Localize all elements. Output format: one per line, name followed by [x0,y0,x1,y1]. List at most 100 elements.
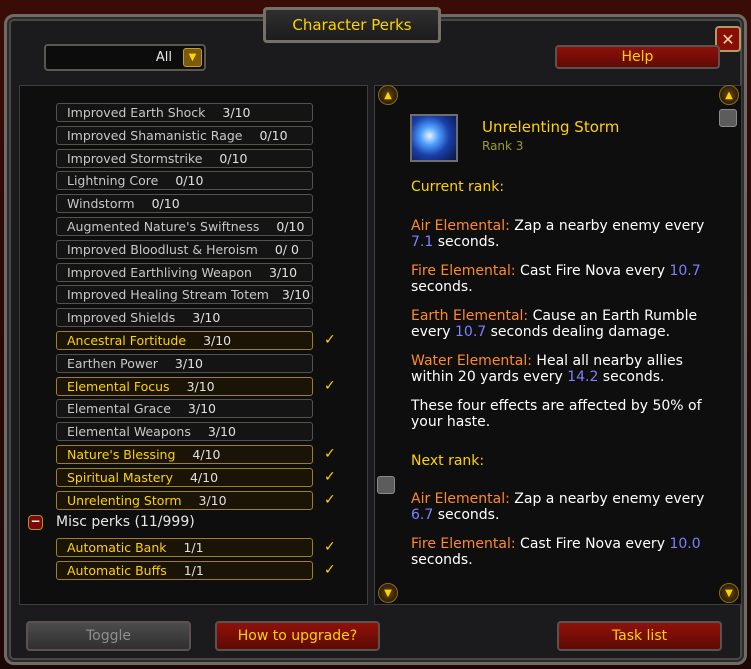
perk-rank: 1/1 [183,540,204,555]
current-effect-earth: Earth Elemental: Cause an Earth Rumble e… [411,308,698,340]
list-scroll-up-button[interactable]: ▲ [378,85,398,105]
perk-name: Improved Healing Stream Totem [67,287,269,303]
perk-row[interactable]: Improved Healing Stream Totem 3/10 [56,285,313,305]
perk-rank: 1/1 [183,563,204,578]
perk-rank: 3/10 [198,492,227,508]
perk-row[interactable]: Windstorm 0/10 [56,194,313,214]
toggle-button-label: Toggle [85,628,131,644]
perk-row[interactable]: Automatic Bank 1/1 [56,538,313,557]
perk-rank: 0/10 [259,127,288,143]
arrow-down-icon: ▼ [384,587,392,599]
task-list-button[interactable]: Task list [557,621,722,651]
perk-name: Improved Shamanistic Rage [67,127,243,143]
window-title: Character Perks [292,16,412,34]
how-to-upgrade-label: How to upgrade? [237,628,358,644]
background: Character Perks ✕ All ▼ Help Improved Ea… [0,0,751,669]
perk-detail-name: Unrelenting Storm [482,118,620,136]
next-rank-heading: Next rank: [411,453,485,469]
detail-scroll-down-button[interactable]: ▼ [719,583,739,603]
perk-row[interactable]: Earthen Power 3/10 [56,353,313,373]
perk-row[interactable]: Improved Shamanistic Rage 0/10 [56,125,313,145]
arrow-up-icon: ▲ [725,89,733,101]
misc-perks-label: Misc perks (11/999) [56,514,195,530]
perk-name: Spiritual Mastery [67,469,173,485]
detail-scroll-up-button[interactable]: ▲ [719,85,739,105]
window-title-bar: Character Perks [263,7,441,43]
list-scroll-down-button[interactable]: ▼ [378,583,398,603]
perk-rank: 3/10 [281,287,310,303]
chevron-down-icon[interactable]: ▼ [183,48,202,67]
list-scrollbar-thumb[interactable] [377,476,395,494]
task-list-label: Task list [611,628,668,644]
current-effect-water: Water Elemental: Heal all nearby allies … [411,353,683,385]
perk-name: Lightning Core [67,173,159,189]
perk-rank: 0/10 [219,150,248,166]
perk-rank: 4/10 [189,469,219,485]
perk-rank: 0/ 0 [274,241,299,257]
perk-row[interactable]: Elemental Grace 3/10 [56,399,313,419]
filter-dropdown[interactable]: All ▼ [44,44,206,71]
perk-row[interactable]: Lightning Core 0/10 [56,171,313,191]
checkmark-icon: ✓ [324,468,336,485]
toggle-button[interactable]: Toggle [26,621,191,651]
perk-name: Improved Stormstrike [67,150,203,166]
perk-row[interactable]: Ancestral Fortitude 3/10 [56,331,313,350]
perk-rank: 0/10 [276,219,305,234]
checkmark-icon: ✓ [324,491,336,508]
perk-row[interactable]: Automatic Buffs 1/1 [56,561,313,580]
checkmark-icon: ✓ [324,377,336,394]
perk-row[interactable]: Spiritual Mastery 4/10 [56,467,313,487]
perk-rank: 3/10 [186,378,215,394]
perk-name: Elemental Weapons [67,424,191,440]
perk-row[interactable]: Improved Bloodlust & Heroism 0/ 0 [56,239,313,259]
collapse-minus-icon[interactable]: − [28,515,43,530]
perk-rank: 3/10 [174,355,203,371]
checkmark-icon: ✓ [324,539,336,555]
perk-rank: 3/10 [203,333,232,348]
haste-note: These four effects are affected by 50% o… [411,398,702,430]
perk-row[interactable]: Improved Earth Shock 3/10 [56,103,313,122]
perk-name: Ancestral Fortitude [67,333,187,348]
next-effect-air: Air Elemental: Zap a nearby enemy every … [411,491,705,523]
checkmark-icon: ✓ [324,332,336,348]
arrow-down-icon: ▼ [725,587,733,599]
perk-rank: 3/10 [192,310,221,326]
perk-rank: 0/10 [175,173,204,189]
current-rank-heading: Current rank: [411,179,505,195]
perk-row[interactable]: Unrelenting Storm 3/10 [56,490,313,510]
help-button[interactable]: Help [555,45,720,69]
perk-rank: 3/10 [187,401,216,417]
perk-name: Unrelenting Storm [67,492,182,508]
perk-name: Improved Earth Shock [67,105,206,120]
storm-spell-icon [410,114,458,162]
help-button-label: Help [621,49,654,65]
perk-rank: 0/10 [151,196,180,212]
perk-name: Windstorm [67,196,135,212]
checkmark-icon: ✓ [324,446,336,462]
perk-name: Improved Shields [67,310,176,326]
perk-row[interactable]: Improved Stormstrike 0/10 [56,148,313,168]
checkmark-icon: ✓ [324,562,336,578]
how-to-upgrade-button[interactable]: How to upgrade? [215,621,380,651]
perk-row[interactable]: Improved Shields 3/10 [56,308,313,328]
perk-name: Earthen Power [67,355,158,371]
perk-name: Nature's Blessing [67,447,176,462]
detail-scrollbar-thumb[interactable] [719,109,737,127]
perk-name: Improved Earthliving Weapon [67,264,252,280]
next-effect-fire: Fire Elemental: Cast Fire Nova every 10.… [411,536,701,568]
perk-row[interactable]: Nature's Blessing 4/10 [56,445,313,464]
perk-row[interactable]: Augmented Nature's Swiftness 0/10 [56,217,313,236]
perk-detail-panel [374,85,742,605]
perk-row[interactable]: Elemental Weapons 3/10 [56,422,313,442]
perk-rank: 3/10 [268,264,298,280]
perk-row[interactable]: Elemental Focus 3/10 [56,376,313,396]
current-effect-air: Air Elemental: Zap a nearby enemy every … [411,218,705,250]
perk-name: Automatic Bank [67,540,167,555]
filter-selected-value: All [155,50,172,65]
perk-name: Improved Bloodlust & Heroism [67,241,258,257]
perk-row[interactable]: Improved Earthliving Weapon 3/10 [56,262,313,282]
close-icon: ✕ [721,29,735,49]
perk-name: Elemental Grace [67,401,171,417]
perk-name: Augmented Nature's Swiftness [67,219,260,234]
arrow-up-icon: ▲ [384,89,392,101]
